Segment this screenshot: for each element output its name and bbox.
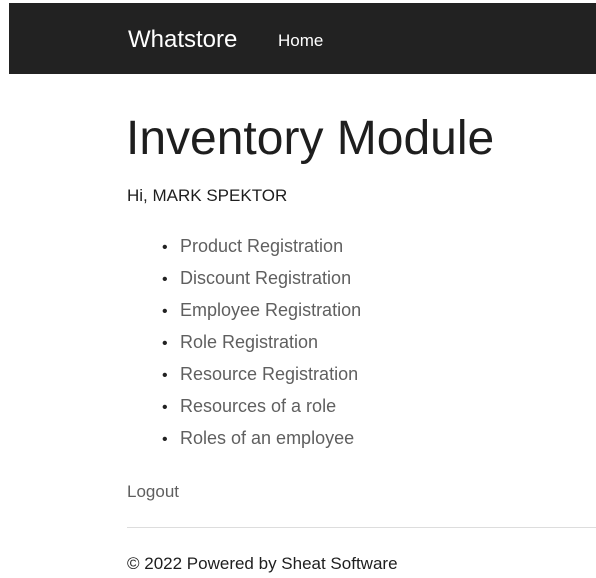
role-registration-link[interactable]: Role Registration [180, 332, 318, 352]
module-menu: • Product Registration • Discount Registra… [162, 235, 361, 459]
footer-divider [127, 527, 596, 528]
bullet-icon: • [162, 239, 168, 256]
menu-item: • Discount Registration [162, 267, 361, 299]
product-registration-link[interactable]: Product Registration [180, 236, 343, 256]
top-navbar: Whatstore Home [9, 3, 596, 74]
discount-registration-link[interactable]: Discount Registration [180, 268, 351, 288]
nav-link-home[interactable]: Home [278, 30, 323, 52]
resource-registration-link[interactable]: Resource Registration [180, 364, 358, 384]
page-title: Inventory Module [126, 112, 495, 165]
employee-registration-link[interactable]: Employee Registration [180, 300, 361, 320]
resources-of-role-link[interactable]: Resources of a role [180, 396, 336, 416]
bullet-icon: • [162, 431, 168, 448]
footer-text: © 2022 Powered by Sheat Software [127, 554, 398, 573]
bullet-icon: • [162, 399, 168, 416]
bullet-icon: • [162, 335, 168, 352]
menu-item: • Employee Registration [162, 299, 361, 331]
menu-item: • Role Registration [162, 331, 361, 363]
user-greeting: Hi, MARK SPEKTOR [127, 186, 288, 205]
logout-link[interactable]: Logout [127, 481, 179, 503]
bullet-icon: • [162, 303, 168, 320]
menu-item: • Product Registration [162, 235, 361, 267]
bullet-icon: • [162, 271, 168, 288]
menu-item: • Roles of an employee [162, 427, 361, 459]
menu-item: • Resource Registration [162, 363, 361, 395]
brand-link[interactable]: Whatstore [128, 25, 237, 55]
bullet-icon: • [162, 367, 168, 384]
menu-item: • Resources of a role [162, 395, 361, 427]
roles-of-employee-link[interactable]: Roles of an employee [180, 428, 354, 448]
